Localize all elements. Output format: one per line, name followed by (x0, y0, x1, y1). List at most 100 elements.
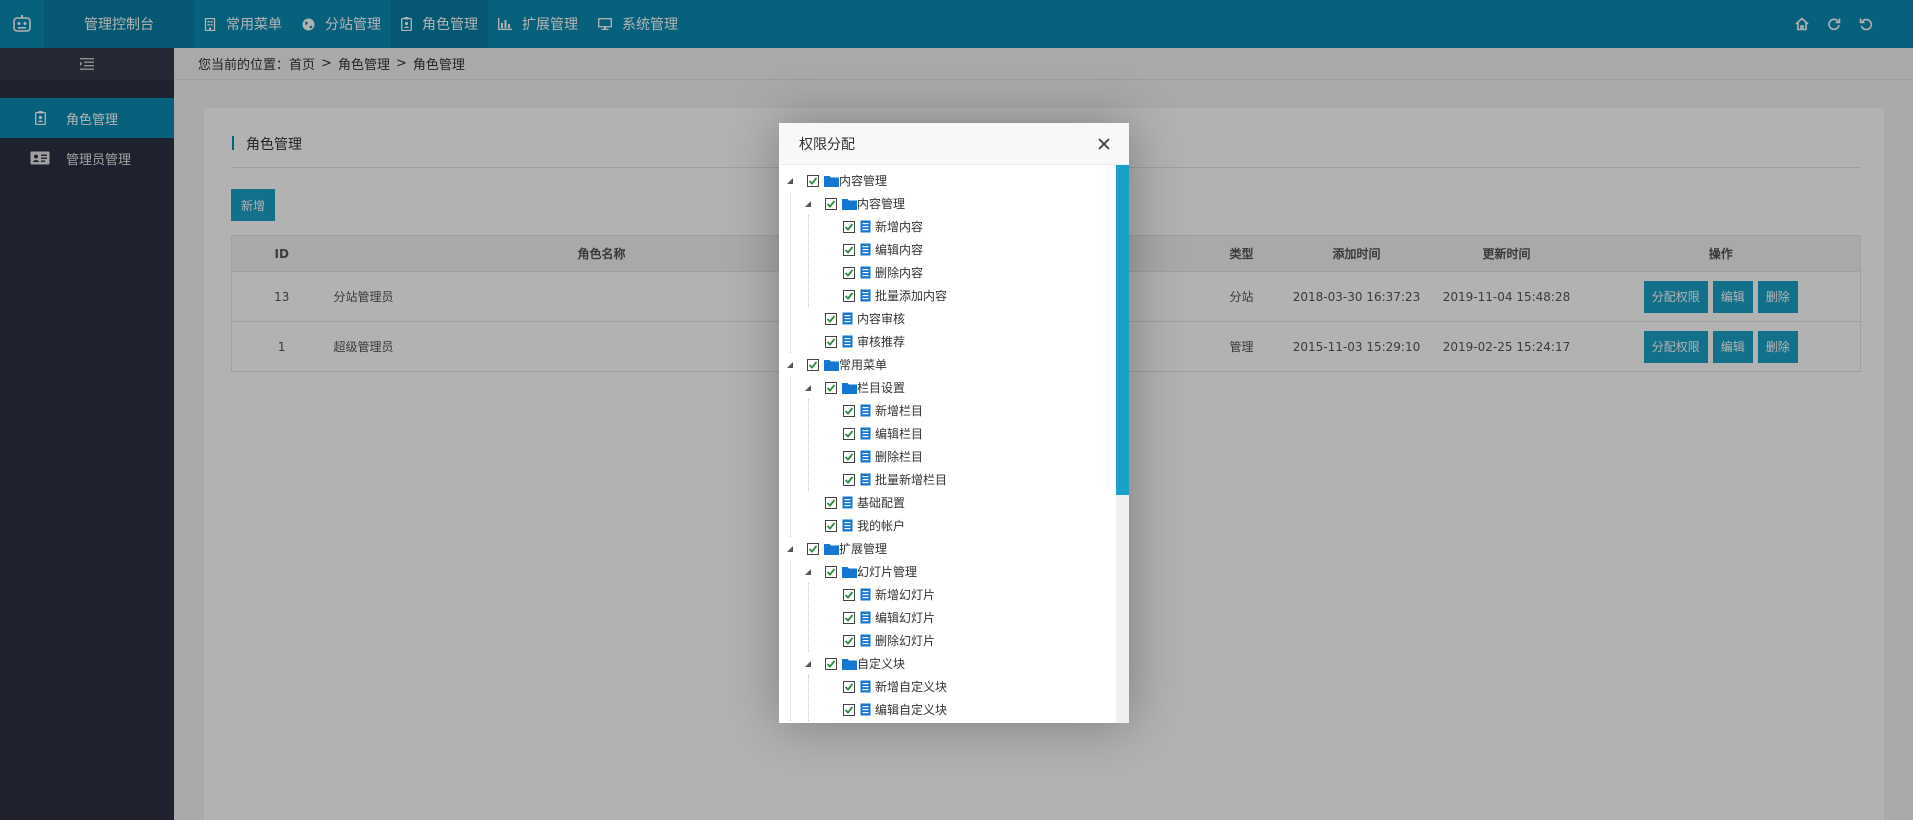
tree-node: 自定义块 (779, 652, 1116, 675)
dialog-header: 权限分配 (779, 123, 1129, 165)
tree-expand-icon[interactable] (803, 659, 813, 669)
folder-icon (842, 566, 857, 578)
tree-checkbox[interactable] (825, 381, 837, 394)
file-icon (860, 266, 871, 279)
tree-node: 扩展管理 (779, 537, 1116, 560)
tree-expand-icon[interactable] (785, 544, 795, 554)
tree-node-label[interactable]: 删除栏目 (875, 448, 923, 465)
tree-node-label[interactable]: 内容管理 (857, 195, 905, 212)
tree-node: 编辑内容 (779, 238, 1116, 261)
tree-node: 删除栏目 (779, 445, 1116, 468)
tree-node-label[interactable]: 新增幻灯片 (875, 586, 935, 603)
close-icon[interactable] (1095, 135, 1113, 153)
tree-node: 编辑自定义块 (779, 698, 1116, 721)
tree-checkbox[interactable] (825, 519, 837, 532)
tree-node-label[interactable]: 扩展管理 (839, 540, 887, 557)
file-icon (860, 680, 871, 693)
tree-node-label[interactable]: 栏目设置 (857, 379, 905, 396)
tree-expand-icon[interactable] (803, 383, 813, 393)
tree-node-label[interactable]: 基础配置 (857, 494, 905, 511)
folder-icon (842, 382, 857, 394)
tree-node: 栏目设置 (779, 376, 1116, 399)
tree-checkbox[interactable] (825, 197, 837, 210)
tree-checkbox[interactable] (825, 496, 837, 509)
tree-node: 内容审核 (779, 307, 1116, 330)
tree-node-label[interactable]: 编辑栏目 (875, 425, 923, 442)
tree-node-label[interactable]: 编辑内容 (875, 241, 923, 258)
tree-expand-icon[interactable] (785, 360, 795, 370)
folder-icon (842, 658, 857, 670)
tree-checkbox[interactable] (825, 657, 837, 670)
tree-checkbox[interactable] (807, 542, 819, 555)
file-icon (860, 703, 871, 716)
scrollbar-thumb[interactable] (1116, 165, 1129, 495)
dialog-title: 权限分配 (799, 136, 855, 153)
tree-node-label[interactable]: 常用菜单 (839, 356, 887, 373)
folder-icon (824, 543, 839, 555)
permission-tree: 内容管理 内容管理 新增内容 编辑内容 删除内容 批量添加内容 内容审核 审核推荐 常用菜单 栏目… (779, 169, 1116, 721)
tree-checkbox[interactable] (843, 588, 855, 601)
tree-node-label[interactable]: 新增自定义块 (875, 678, 947, 695)
tree-node-label[interactable]: 删除内容 (875, 264, 923, 281)
tree-checkbox[interactable] (843, 220, 855, 233)
tree-checkbox[interactable] (807, 358, 819, 371)
tree-checkbox[interactable] (843, 427, 855, 440)
folder-icon (824, 359, 839, 371)
tree-node-label[interactable]: 新增栏目 (875, 402, 923, 419)
file-icon (860, 220, 871, 233)
tree-node: 审核推荐 (779, 330, 1116, 353)
tree-checkbox[interactable] (843, 289, 855, 302)
tree-node-label[interactable]: 幻灯片管理 (857, 563, 917, 580)
tree-node: 内容管理 (779, 192, 1116, 215)
tree-node-label[interactable]: 我的帐户 (857, 517, 905, 534)
tree-node-label[interactable]: 自定义块 (857, 655, 905, 672)
tree-checkbox[interactable] (843, 404, 855, 417)
file-icon (842, 496, 853, 509)
file-icon (860, 611, 871, 624)
tree-node-label[interactable]: 审核推荐 (857, 333, 905, 350)
tree-checkbox[interactable] (825, 312, 837, 325)
tree-node-label[interactable]: 批量新增栏目 (875, 471, 947, 488)
tree-checkbox[interactable] (843, 243, 855, 256)
tree-node-label[interactable]: 内容审核 (857, 310, 905, 327)
tree-checkbox[interactable] (825, 335, 837, 348)
file-icon (860, 427, 871, 440)
tree-node-label[interactable]: 编辑幻灯片 (875, 609, 935, 626)
tree-checkbox[interactable] (843, 473, 855, 486)
tree-checkbox[interactable] (843, 680, 855, 693)
file-icon (860, 634, 871, 647)
tree-node: 新增栏目 (779, 399, 1116, 422)
tree-checkbox[interactable] (843, 450, 855, 463)
file-icon (860, 588, 871, 601)
tree-node-label[interactable]: 编辑自定义块 (875, 701, 947, 718)
tree-node: 新增内容 (779, 215, 1116, 238)
tree-node-label[interactable]: 批量添加内容 (875, 287, 947, 304)
file-icon (860, 243, 871, 256)
tree-node: 基础配置 (779, 491, 1116, 514)
tree-node: 内容管理 (779, 169, 1116, 192)
file-icon (860, 404, 871, 417)
tree-node: 删除幻灯片 (779, 629, 1116, 652)
tree-node: 我的帐户 (779, 514, 1116, 537)
tree-expand-icon[interactable] (803, 199, 813, 209)
tree-expand-icon[interactable] (803, 567, 813, 577)
tree-checkbox[interactable] (807, 174, 819, 187)
tree-checkbox[interactable] (843, 611, 855, 624)
file-icon (860, 473, 871, 486)
dialog-body: 内容管理 内容管理 新增内容 编辑内容 删除内容 批量添加内容 内容审核 审核推荐 常用菜单 栏目… (779, 165, 1129, 723)
tree-node-label[interactable]: 内容管理 (839, 172, 887, 189)
tree-checkbox[interactable] (843, 703, 855, 716)
tree-node: 批量添加内容 (779, 284, 1116, 307)
tree-node: 常用菜单 (779, 353, 1116, 376)
tree-checkbox[interactable] (843, 634, 855, 647)
tree-expand-icon[interactable] (785, 176, 795, 186)
tree-node-label[interactable]: 新增内容 (875, 218, 923, 235)
tree-checkbox[interactable] (825, 565, 837, 578)
tree-node: 幻灯片管理 (779, 560, 1116, 583)
file-icon (860, 289, 871, 302)
tree-checkbox[interactable] (843, 266, 855, 279)
folder-icon (842, 198, 857, 210)
file-icon (842, 335, 853, 348)
file-icon (860, 450, 871, 463)
tree-node-label[interactable]: 删除幻灯片 (875, 632, 935, 649)
